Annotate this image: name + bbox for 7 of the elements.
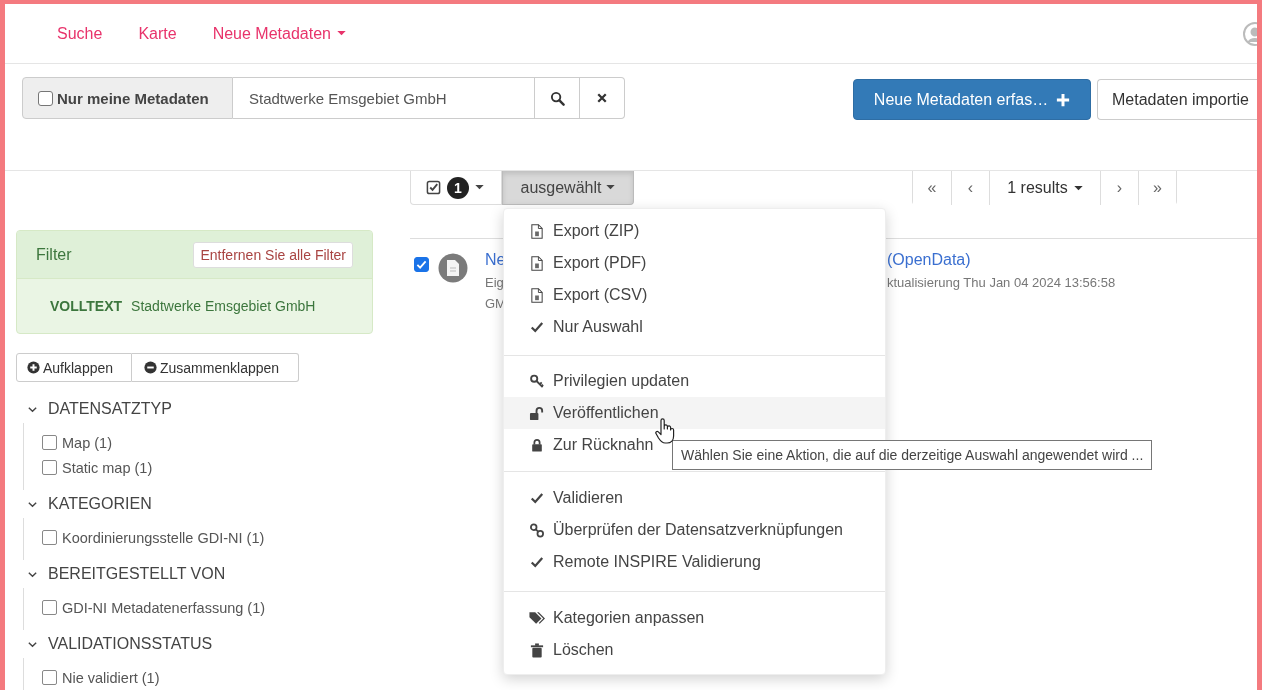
filter-key: VOLLTEXT [50, 298, 123, 314]
filter-title: Filter [36, 245, 72, 264]
filter-value: Stadtwerke Emsgebiet GmbH [131, 298, 316, 314]
selection-count: 1 [447, 176, 469, 199]
tooltip: Wählen Sie eine Aktion, die auf die derzeitige Auswahl angewendet wird ... [672, 440, 1153, 470]
result-details: Eig [485, 275, 505, 290]
result-details: ktualisierung Thu Jan 04 2024 13:56:58 [887, 275, 1116, 290]
